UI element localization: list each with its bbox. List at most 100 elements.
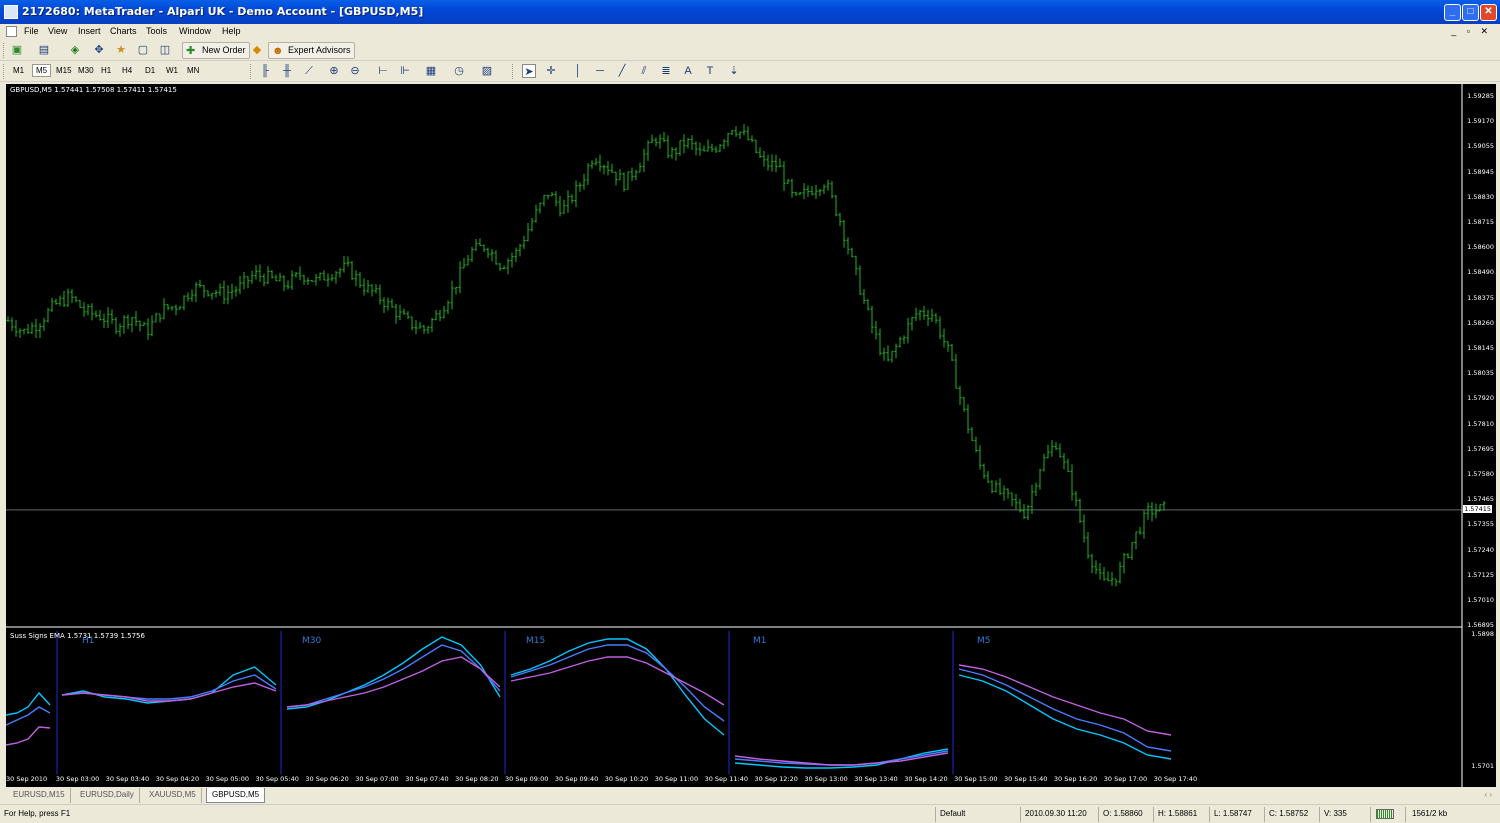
menu-tools[interactable]: Tools [146,26,167,36]
periodicity-icon[interactable]: ◷ [452,64,466,78]
status-separator [1153,807,1154,822]
price-bar [866,299,870,311]
mdi-controls[interactable]: _ ▫ ✕ [1451,26,1492,37]
new-order-button[interactable]: ✚ New Order [182,42,250,59]
timeframe-d1[interactable]: D1 [142,65,158,76]
price-bar [70,289,74,304]
strategy-tester-icon[interactable]: ◫ [158,43,172,57]
price-bar [406,311,410,319]
price-bar [774,154,778,173]
tab-eurusd-daily[interactable]: EURUSD,Daily [75,788,140,803]
indicators-icon[interactable]: ▦ [424,64,438,78]
price-tick-label: 1.57010 [1467,596,1494,604]
tab-xauusd-m5[interactable]: XAUUSD,M5 [144,788,202,803]
tab-gbpusd-m5[interactable]: GBPUSD,M5 [206,788,266,803]
price-bar [534,204,538,223]
time-tick-label: 30 Sep 11:00 [654,775,699,783]
menu-window[interactable]: Window [179,26,211,36]
bar-chart-icon[interactable]: ╟ [258,64,272,78]
text-label-icon[interactable]: T [703,64,717,78]
metaeditor-icon[interactable]: ◆ [250,43,264,57]
price-chart[interactable] [6,84,1496,629]
zoom-in-icon[interactable]: ⊕ [327,64,341,78]
document-icon[interactable] [6,26,17,37]
timeframe-m30[interactable]: M30 [75,65,97,76]
indicator-chart[interactable] [6,629,1496,787]
expert-advisors-button[interactable]: ☻ Expert Advisors [268,42,355,59]
tab-eurusd-m15[interactable]: EURUSD,M15 [8,788,71,803]
horizontal-line-icon[interactable]: ─ [593,64,607,78]
minimize-button[interactable]: _ [1444,4,1461,21]
maximize-button[interactable]: □ [1462,4,1479,21]
market-watch-icon[interactable]: ◈ [68,43,82,57]
new-order-label: New Order [202,45,246,55]
segment-label-h1: H1 [82,636,95,646]
vertical-line-icon[interactable]: │ [571,64,585,78]
timeframe-m5[interactable]: M5 [32,64,52,77]
timeframe-mn[interactable]: MN [184,65,202,76]
profiles-icon[interactable]: ▤ [37,43,51,57]
toolbar-grip[interactable] [3,64,6,79]
time-tick-label: 30 Sep 15:00 [954,775,998,783]
price-bar [218,283,222,296]
chart-window[interactable]: GBPUSD,M5 1.57441 1.57508 1.57411 1.5741… [6,84,1496,787]
price-bar [18,328,22,339]
price-bar [898,336,902,348]
navigator-icon[interactable]: ★ [114,43,128,57]
timeframe-m15[interactable]: M15 [53,65,75,76]
price-bar [670,147,674,159]
price-bar [190,289,194,302]
new-chart-icon[interactable]: ▣ [10,43,24,57]
close-button[interactable]: ✕ [1480,4,1497,21]
data-window-icon[interactable]: ✥ [92,43,106,57]
timeframe-w1[interactable]: W1 [163,65,181,76]
price-bar [246,276,250,289]
line-chart-icon[interactable]: ⟋ [302,64,316,78]
text-icon[interactable]: A [681,64,695,78]
price-bar [746,126,750,141]
price-bar [478,238,482,246]
chart-shift-icon[interactable]: ⊢ [376,64,390,78]
connection-status-icon[interactable] [1376,809,1394,819]
price-bar [610,163,614,173]
menu-file[interactable]: File [24,26,39,36]
ema-fast-line [958,674,1172,760]
menu-charts[interactable]: Charts [110,26,137,36]
price-bar [646,140,650,161]
price-bar [850,247,854,258]
price-bar [858,265,862,295]
menu-insert[interactable]: Insert [78,26,101,36]
price-bar [202,284,206,298]
cursor-icon[interactable]: ➤ [522,64,536,78]
price-bar [42,317,46,331]
candlestick-icon[interactable]: ╫ [280,64,294,78]
crosshair-icon[interactable]: ✛ [544,64,558,78]
price-bar [1046,444,1050,459]
fibonacci-icon[interactable]: ≣ [659,64,673,78]
price-bar [714,146,718,153]
status-separator [1405,807,1406,822]
toolbar-grip[interactable] [512,64,515,79]
terminal-icon[interactable]: ▢ [136,43,150,57]
toolbar-grip[interactable] [3,43,6,58]
trendline-icon[interactable]: ╱ [615,64,629,78]
auto-scroll-icon[interactable]: ⊩ [398,64,412,78]
timeframe-h1[interactable]: H1 [98,65,114,76]
equidistant-channel-icon[interactable]: ⫽ [637,64,651,78]
menu-view[interactable]: View [48,26,67,36]
price-bar [786,178,790,184]
price-bar [750,135,754,143]
timeframe-m1[interactable]: M1 [10,65,27,76]
price-bar [778,158,782,168]
price-bar [574,180,578,208]
zoom-out-icon[interactable]: ⊖ [348,64,362,78]
toolbar-grip[interactable] [250,64,253,79]
timeframe-h4[interactable]: H4 [119,65,135,76]
price-bar [1070,464,1074,501]
price-bar [238,275,242,295]
tab-scroll-arrows[interactable]: ‹ › [1484,790,1492,799]
templates-icon[interactable]: ▨ [480,64,494,78]
menu-help[interactable]: Help [222,26,241,36]
price-bar [1054,441,1058,450]
arrows-icon[interactable]: ⇣ [727,64,741,78]
